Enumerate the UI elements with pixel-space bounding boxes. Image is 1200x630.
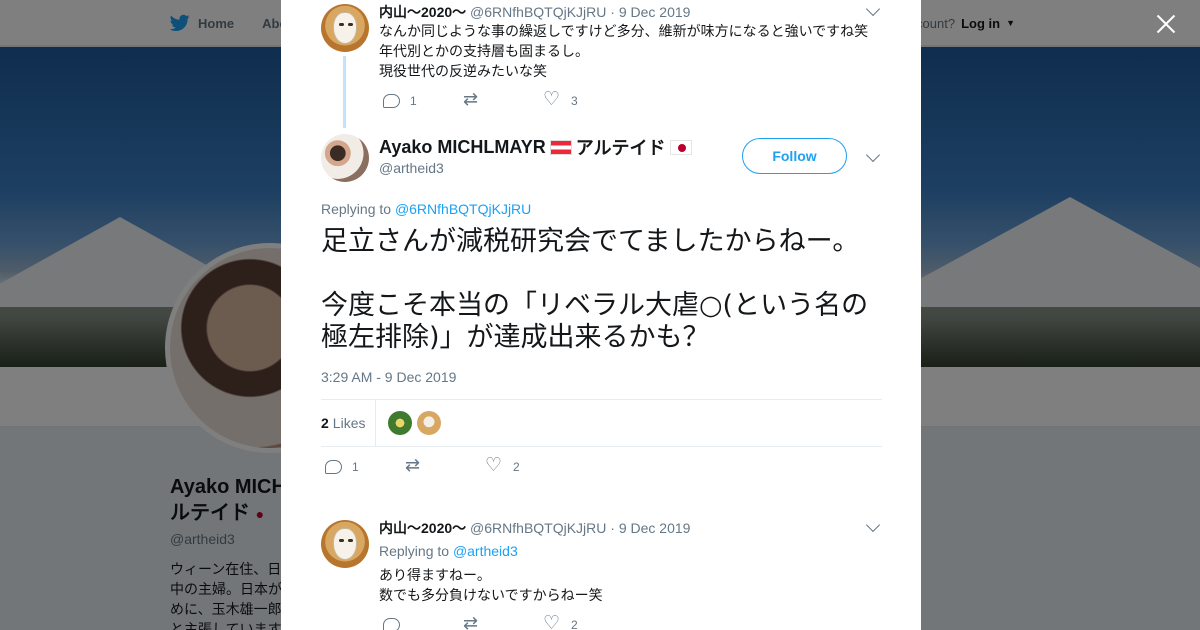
liker-avatar[interactable] xyxy=(388,411,413,435)
reply-tweet-header: 内山～2020～ @6RNfhBQTQjKJjRU · 9 Dec 2019 xyxy=(379,520,691,536)
parent-tweet-avatar[interactable] xyxy=(321,4,369,52)
tweet-line: 数でも多分負けないですからねー笑 xyxy=(379,587,603,603)
parent-tweet-text: なんか同じような事の繰返しですけど多分、維新が味方になると強いですね笑 年代別と… xyxy=(379,21,889,81)
like-count: 2 xyxy=(571,618,578,630)
retweet-action[interactable] xyxy=(463,613,543,630)
main-tweet-name-suffix: アルテイド xyxy=(575,138,666,158)
retweet-action[interactable] xyxy=(405,455,485,476)
replying-to-link[interactable]: @6RNfhBQTQjKJjRU xyxy=(395,201,531,217)
reply-icon xyxy=(383,618,400,630)
like-action[interactable]: 2 xyxy=(543,612,623,630)
reply-action[interactable] xyxy=(383,618,463,630)
parent-tweet-header: 内山～2020～ @6RNfhBQTQjKJjRU · 9 Dec 2019 xyxy=(379,4,691,20)
main-tweet-name[interactable]: Ayako MICHLMAYR アルテイド xyxy=(379,134,692,160)
reply-action[interactable]: 1 xyxy=(325,460,405,474)
reply-icon xyxy=(383,94,400,108)
reply-tweet-name[interactable]: 内山～2020～ xyxy=(379,520,466,536)
parent-tweet-name[interactable]: 内山～2020～ xyxy=(379,4,466,20)
reply-tweet-handle[interactable]: @6RNfhBQTQjKJjRU xyxy=(470,520,606,536)
reply-tweet-avatar[interactable] xyxy=(321,520,369,568)
liker-avatar[interactable] xyxy=(417,411,442,435)
heart-icon xyxy=(543,612,561,630)
main-tweet-replying: Replying to @6RNfhBQTQjKJjRU xyxy=(321,201,531,217)
hockey-mask-icon xyxy=(333,12,357,44)
reply-count: 1 xyxy=(352,460,359,474)
reply-tweet-text: あり得ますねー。 数でも多分負けないですからねー笑 xyxy=(379,565,889,605)
austria-flag-icon xyxy=(549,139,572,155)
replying-label: Replying to xyxy=(379,543,450,559)
tweet-line: 現役世代の反逆みたいな笑 xyxy=(379,63,547,79)
main-tweet-text: 足立さんが減税研究会でてましたからねー。 今度こそ本当の「リベラル大虐○(という… xyxy=(321,226,869,353)
tweet-line: あり得ますねー。 xyxy=(379,567,491,583)
replying-label: Replying to xyxy=(321,201,392,217)
reply-tweet-actions: 2 xyxy=(383,612,623,630)
reply-tweet-replying: Replying to @artheid3 xyxy=(379,543,518,559)
parent-tweet-actions: 1 3 xyxy=(383,88,623,110)
main-tweet-avatar[interactable] xyxy=(321,134,369,182)
reply-count: 1 xyxy=(410,94,417,108)
japan-flag-icon xyxy=(669,139,692,155)
like-action[interactable]: 2 xyxy=(485,454,565,476)
retweet-action[interactable] xyxy=(463,89,543,110)
reply-icon xyxy=(325,460,342,474)
close-icon[interactable] xyxy=(1154,12,1178,36)
main-tweet-actions: 1 2 xyxy=(325,454,565,476)
main-tweet-stats: 2 Likes xyxy=(321,399,882,447)
retweet-icon xyxy=(405,455,423,476)
like-count: 2 xyxy=(513,460,520,474)
thread-connector xyxy=(343,56,346,128)
likes-stat-label: Likes xyxy=(332,415,366,431)
likes-stat-count: 2 xyxy=(321,415,329,431)
parent-tweet-date[interactable]: 9 Dec 2019 xyxy=(619,4,691,20)
main-tweet-handle[interactable]: @artheid3 xyxy=(379,160,444,176)
main-tweet-timestamp[interactable]: 3:29 AM - 9 Dec 2019 xyxy=(321,369,456,385)
hockey-mask-icon xyxy=(333,528,357,560)
reply-action[interactable]: 1 xyxy=(383,94,463,108)
reply-tweet-date[interactable]: 9 Dec 2019 xyxy=(619,520,691,536)
tweet-line: 年代別とかの支持層も固まるし。 xyxy=(379,43,589,59)
heart-icon xyxy=(543,88,561,110)
retweet-icon xyxy=(463,613,481,630)
likes-stat[interactable]: 2 Likes xyxy=(321,400,377,446)
tweet-line: なんか同じような事の繰返しですけど多分、維新が味方になると強いですね笑 xyxy=(379,23,869,39)
follow-button[interactable]: Follow xyxy=(742,138,847,174)
parent-tweet-handle[interactable]: @6RNfhBQTQjKJjRU xyxy=(470,4,606,20)
heart-icon xyxy=(485,454,503,476)
like-action[interactable]: 3 xyxy=(543,88,623,110)
replying-to-link[interactable]: @artheid3 xyxy=(453,543,518,559)
main-tweet-name-text: Ayako MICHLMAYR xyxy=(379,136,546,157)
retweet-icon xyxy=(463,89,481,110)
like-count: 3 xyxy=(571,94,578,108)
